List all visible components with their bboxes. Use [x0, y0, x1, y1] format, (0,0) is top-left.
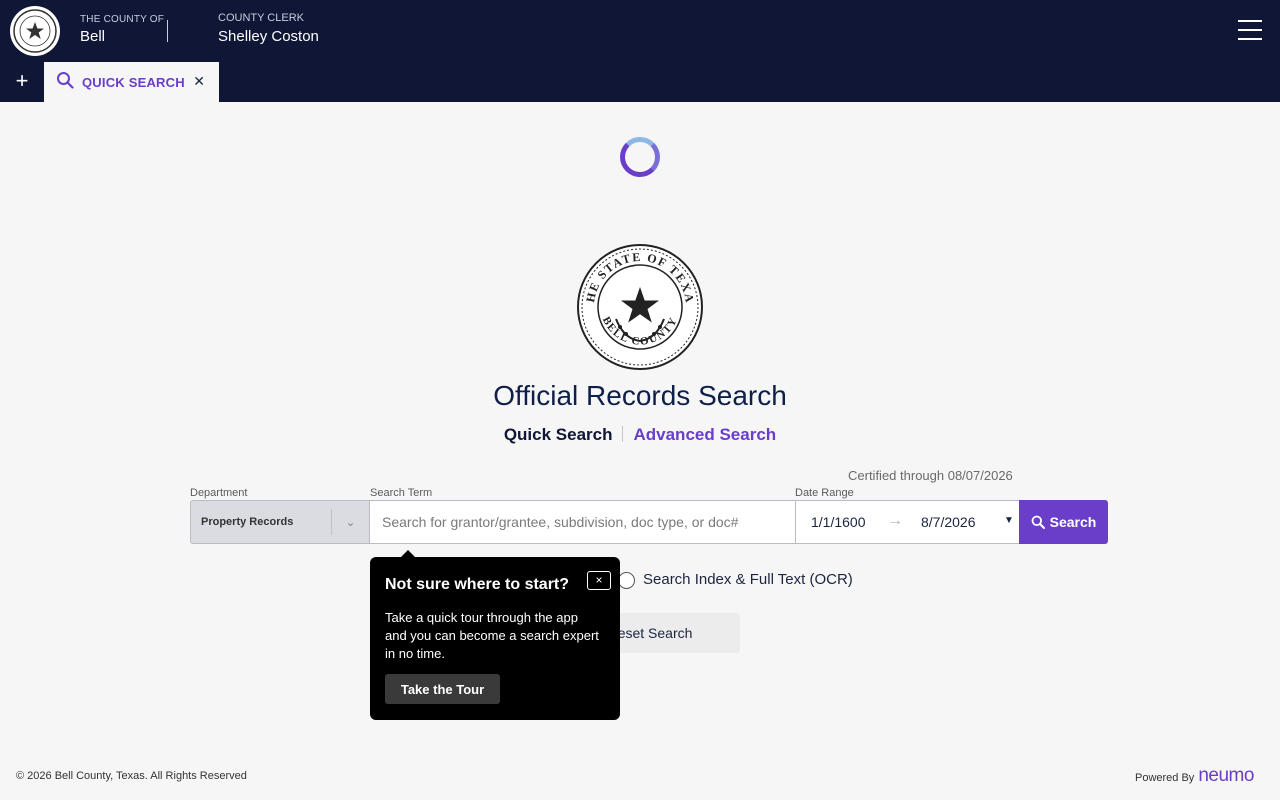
mode-quick-search[interactable]: Quick Search — [504, 425, 613, 444]
county-kicker: THE COUNTY OF — [80, 14, 165, 25]
chevron-down-icon[interactable]: ⌄ — [331, 509, 369, 535]
search-mode-switch: Quick Search Advanced Search — [0, 425, 1280, 445]
search-button-label: Search — [1049, 514, 1097, 530]
close-icon[interactable]: ✕ — [193, 73, 205, 90]
close-icon[interactable]: × — [587, 571, 611, 590]
page-title: Official Records Search — [493, 380, 787, 411]
clerk-block: COUNTY CLERK Shelley Coston — [218, 12, 319, 45]
popover-body: Take a quick tour through the app and yo… — [385, 610, 599, 661]
hamburger-menu-icon[interactable] — [1238, 20, 1266, 42]
date-range-label: Date Range — [795, 487, 854, 499]
certified-through-text: Certified through 08/07/2026 — [848, 468, 1013, 483]
tab-bar: + QUICK SEARCH ✕ — [0, 62, 1280, 102]
mode-advanced-search[interactable]: Advanced Search — [633, 425, 776, 444]
plus-icon[interactable]: + — [10, 70, 34, 94]
popover-title: Not sure where to start? — [385, 576, 570, 593]
search-term-input[interactable] — [369, 500, 796, 544]
tab-label: QUICK SEARCH — [82, 74, 185, 90]
mode-divider — [622, 426, 624, 442]
take-tour-button[interactable]: Take the Tour — [385, 674, 500, 704]
department-label: Department — [190, 487, 248, 499]
top-header: THE COUNTY OF Bell COUNTY CLERK Shelley … — [0, 0, 1280, 62]
tab-quick-search[interactable]: QUICK SEARCH ✕ — [44, 62, 219, 102]
search-icon — [56, 71, 74, 94]
date-range-picker[interactable]: 1/1/1600 → 8/7/2026 ▼ — [795, 500, 1020, 544]
county-block: THE COUNTY OF Bell — [80, 14, 164, 45]
popover-pointer — [400, 550, 416, 558]
county-name: Bell — [80, 28, 106, 45]
clerk-kicker: COUNTY CLERK — [218, 12, 304, 24]
neumo-logo[interactable]: neumo — [1198, 765, 1254, 787]
powered-by[interactable]: Powered By neumo — [1135, 765, 1254, 787]
ocr-radio[interactable] — [618, 572, 635, 589]
county-seal-logo[interactable] — [10, 6, 60, 56]
caret-down-icon[interactable]: ▼ — [1004, 515, 1014, 526]
arrow-right-icon: → — [887, 512, 903, 529]
header-divider — [167, 20, 168, 42]
date-from[interactable]: 1/1/1600 — [811, 514, 866, 530]
date-to[interactable]: 8/7/2026 — [921, 514, 976, 530]
search-icon — [1031, 515, 1045, 529]
search-button[interactable]: Search — [1019, 500, 1108, 544]
department-select[interactable]: Property Records ⌄ — [190, 500, 370, 544]
department-value: Property Records — [201, 516, 294, 528]
county-seal-logo-large: THE STATE OF TEXAS BELL COUNTY — [571, 232, 704, 371]
copyright-text: © 2026 Bell County, Texas. All Rights Re… — [16, 770, 247, 782]
loading-spinner-icon — [620, 137, 660, 177]
search-term-label: Search Term — [370, 487, 433, 499]
ocr-radio-label[interactable]: Search Index & Full Text (OCR) — [643, 571, 853, 588]
powered-by-label: Powered By — [1135, 772, 1195, 784]
clerk-name: Shelley Coston — [218, 28, 319, 45]
tour-popover: Not sure where to start? × Take a quick … — [370, 550, 620, 720]
